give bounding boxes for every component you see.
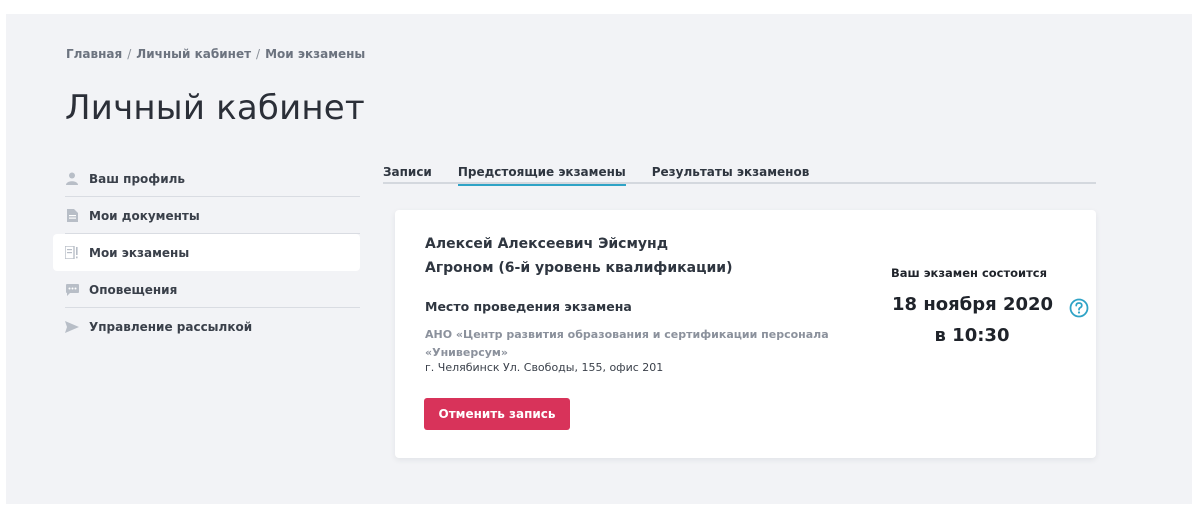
sidebar-item-label: Мои экзамены xyxy=(89,245,190,260)
sidebar-item-mailing[interactable]: Управление рассылкой xyxy=(53,308,360,345)
tab-upcoming-exams[interactable]: Предстоящие экзамены xyxy=(457,162,626,186)
sidebar-item-profile[interactable]: Ваш профиль xyxy=(53,160,360,197)
sidebar-item-label: Оповещения xyxy=(89,282,178,297)
page: Главная / Личный кабинет / Мои экзамены Личн… xyxy=(6,14,1192,504)
venue-address: г. Челябинск Ул. Свободы, 155, офис 201 xyxy=(425,361,664,374)
breadcrumb-separator: / xyxy=(127,47,132,61)
exam-tabs: Записи Предстоящие экзамены Результаты э… xyxy=(383,162,1096,186)
person-name: Алексей Алексеевич Эйсмунд xyxy=(425,236,669,252)
exam-icon xyxy=(65,246,79,260)
page-title: Личный кабинет xyxy=(65,88,365,128)
send-icon xyxy=(65,320,79,334)
sidebar-item-exams[interactable]: Мои экзамены xyxy=(53,234,360,271)
document-icon xyxy=(65,209,79,223)
sidebar-item-label: Управление рассылкой xyxy=(89,319,253,334)
cancel-booking-button[interactable]: Отменить запись xyxy=(424,398,570,430)
exam-schedule-caption: Ваш экзамен состоится xyxy=(891,266,1047,280)
tab-exam-results[interactable]: Результаты экзаменов xyxy=(652,162,810,184)
exam-time: в 10:30 xyxy=(934,325,1010,346)
venue-organization: АНО «Центр развития образования и сертиф… xyxy=(425,328,829,359)
sidebar: Ваш профиль Мои документы Мои экзамены О… xyxy=(53,160,360,345)
breadcrumb-separator: / xyxy=(256,47,261,61)
sidebar-item-label: Ваш профиль xyxy=(89,171,185,186)
question-circle-icon[interactable] xyxy=(1069,298,1089,318)
breadcrumb-cabinet[interactable]: Личный кабинет xyxy=(136,47,251,61)
sidebar-item-notifications[interactable]: Оповещения xyxy=(53,271,360,308)
qualification: Агроном (6-й уровень квалификации) xyxy=(425,260,733,276)
sidebar-item-label: Мои документы xyxy=(89,208,200,223)
user-icon xyxy=(65,172,79,186)
tab-records[interactable]: Записи xyxy=(383,162,432,184)
breadcrumb-current: Мои экзамены xyxy=(265,47,366,61)
venue-heading: Место проведения экзамена xyxy=(425,299,632,314)
breadcrumb: Главная / Личный кабинет / Мои экзамены xyxy=(66,47,365,61)
sidebar-item-documents[interactable]: Мои документы xyxy=(53,197,360,234)
chat-icon xyxy=(65,283,79,297)
breadcrumb-home[interactable]: Главная xyxy=(66,47,122,61)
exam-card: Алексей Алексеевич Эйсмунд Агроном (6-й … xyxy=(395,210,1096,458)
exam-date: 18 ноября 2020 xyxy=(892,294,1054,315)
